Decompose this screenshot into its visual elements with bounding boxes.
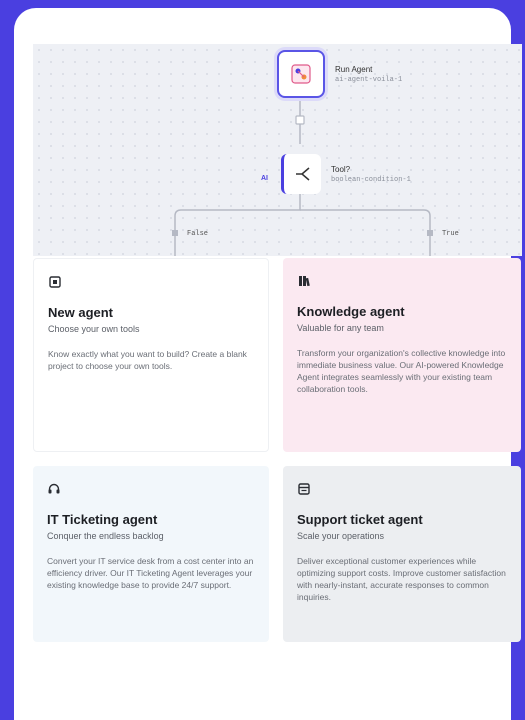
agent-description: Convert your IT service desk from a cost…	[47, 556, 254, 590]
chip-icon	[49, 276, 61, 288]
agent-tagline: Choose your own tools	[48, 324, 140, 334]
tool-condition-node[interactable]: Tool? boolean-condition-1	[281, 154, 411, 194]
agent-card-it-ticketing[interactable]: IT Ticketing agent Conquer the endless b…	[33, 466, 269, 642]
agent-description: Know exactly what you want to build? Cre…	[48, 349, 247, 371]
books-icon	[299, 276, 310, 287]
agent-title: Support ticket agent	[297, 512, 423, 527]
agent-description: Transform your organization's collective…	[297, 348, 506, 394]
agent-icon	[291, 64, 311, 84]
agent-card-support-ticket[interactable]: Support ticket agent Scale your operatio…	[283, 466, 521, 642]
tool-subtitle: boolean-condition-1	[331, 175, 411, 184]
run-agent-title: Run Agent	[335, 64, 373, 74]
ai-badge: AI	[261, 175, 268, 182]
workflow-canvas[interactable]: Run Agent ai-agent-voila-1 AI Tool? bool…	[33, 44, 522, 256]
branch-false-label: False	[187, 230, 209, 238]
agent-tagline: Scale your operations	[297, 531, 385, 541]
branch-icon	[295, 167, 309, 181]
agent-card-new[interactable]: New agent Choose your own tools Know exa…	[33, 258, 269, 452]
agent-title: Knowledge agent	[297, 304, 405, 319]
run-agent-node[interactable]: Run Agent ai-agent-voila-1	[277, 50, 402, 98]
agent-node-icon-box	[277, 50, 325, 98]
agent-tagline: Conquer the endless backlog	[47, 531, 164, 541]
agent-title: IT Ticketing agent	[47, 512, 158, 527]
agent-card-knowledge[interactable]: Knowledge agent Valuable for any team Tr…	[283, 258, 521, 452]
tool-title: Tool?	[331, 164, 351, 174]
headset-icon	[48, 483, 60, 494]
agent-title: New agent	[48, 305, 114, 320]
ticket-icon	[298, 483, 310, 495]
run-agent-subtitle: ai-agent-voila-1	[335, 75, 403, 84]
branch-true-label: True	[442, 230, 459, 238]
tool-node-icon-box	[281, 154, 321, 194]
agent-description: Deliver exceptional customer experiences…	[297, 556, 506, 602]
agent-tagline: Valuable for any team	[297, 323, 384, 333]
